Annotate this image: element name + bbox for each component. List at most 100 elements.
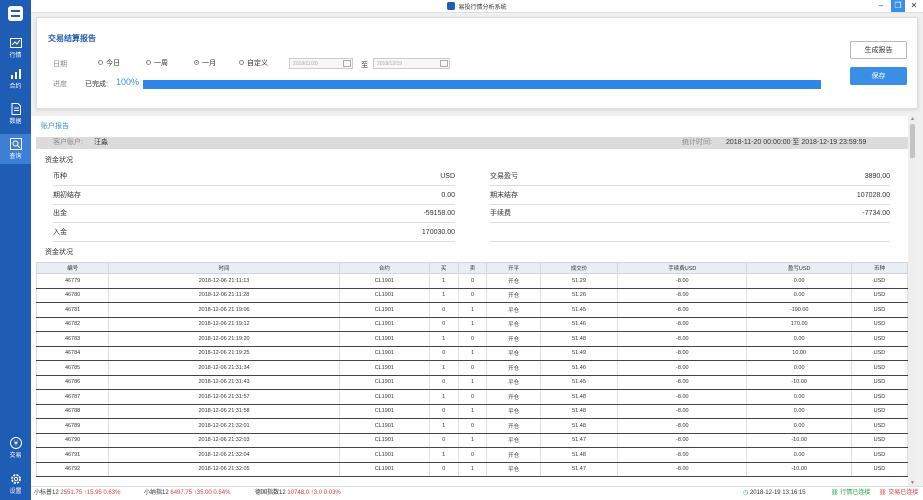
- table-cell: 51.48: [540, 404, 619, 419]
- column-header[interactable]: 成交价: [539, 262, 619, 274]
- table-cell: -8.00: [617, 273, 748, 289]
- table-row[interactable]: 46791 2018-12-06 21:32:04 CL1901 1 0 开仓 51.48-…: [35, 447, 908, 463]
- column-header[interactable]: 合约: [338, 262, 430, 274]
- generate-report-button[interactable]: 生成报告: [850, 41, 907, 59]
- column-header[interactable]: 时间: [108, 262, 340, 274]
- table-cell: 0: [429, 317, 459, 332]
- table-cell: -10.00: [746, 375, 852, 390]
- table-cell: USD: [851, 447, 908, 463]
- table-cell: 1: [429, 331, 459, 347]
- account-report-link[interactable]: 账户报告: [41, 121, 69, 131]
- radio-custom[interactable]: 自定义: [239, 58, 268, 68]
- save-button[interactable]: 保存: [850, 67, 907, 85]
- table-cell: USD: [851, 317, 908, 332]
- table-cell: 170.00: [746, 317, 852, 332]
- scroll-thumb[interactable]: [910, 124, 915, 158]
- fund-stat-label: 出金: [53, 210, 67, 217]
- sidebar-item-query[interactable]: 查询: [0, 134, 31, 164]
- column-header[interactable]: 币种: [850, 262, 908, 274]
- calendar-icon[interactable]: [440, 60, 448, 67]
- table-cell: CL1901: [339, 346, 430, 361]
- table-cell: USD: [851, 433, 908, 448]
- radio-today[interactable]: 今日: [98, 58, 120, 68]
- radio-week[interactable]: 一周: [146, 58, 168, 68]
- table-cell: 46780: [35, 288, 110, 303]
- table-cell: USD: [851, 375, 908, 390]
- sidebar-item-data[interactable]: 数据: [0, 99, 31, 129]
- document-icon: [11, 103, 21, 115]
- fund-stat-label: 币种: [53, 173, 67, 180]
- scroll-up-arrow-icon[interactable]: ▲: [909, 116, 916, 122]
- vertical-scrollbar[interactable]: ▲ ▼: [909, 116, 916, 486]
- ticker-change: 35.00 0.54%: [196, 490, 231, 496]
- sidebar-item-contracts[interactable]: 合约: [0, 64, 31, 94]
- ticker-item[interactable]: 德国指数12 10748.0 ↑3.0 0.03%: [255, 487, 341, 500]
- column-header[interactable]: 开平: [486, 262, 541, 274]
- column-header[interactable]: 买: [428, 262, 459, 274]
- table-row[interactable]: 46790 2018-12-06 21:32:03 CL1901 0 1 平仓 51.47-…: [35, 433, 908, 448]
- table-cell: USD: [851, 331, 908, 347]
- table-cell: 46782: [35, 317, 110, 332]
- table-row[interactable]: 46783 2018-12-06 21:19:20 CL1901 1 0 开仓 51.48-…: [35, 331, 908, 347]
- column-header[interactable]: 盈亏USD: [746, 262, 852, 274]
- table-cell: 1: [458, 346, 488, 361]
- table-cell: -8.00: [617, 302, 748, 318]
- table-cell: CL1901: [339, 360, 430, 376]
- calendar-icon[interactable]: [343, 60, 351, 67]
- table-cell: CL1901: [339, 462, 430, 477]
- radio-month[interactable]: 一月: [194, 58, 216, 68]
- fund-stat-row: 币种 USD: [53, 168, 455, 186]
- table-cell: 2018-12-06 21:31:34: [108, 360, 340, 376]
- radio-label: 一周: [154, 60, 168, 67]
- report-content: 账户报告 客户账户: 汪淼 统计时间: 2018-11-20 00:00:00 …: [31, 116, 908, 486]
- column-header[interactable]: 手续费USD: [617, 262, 748, 274]
- table-cell: 1: [458, 404, 488, 419]
- table-row[interactable]: 46786 2018-12-06 21:31:43 CL1901 0 1 平仓 51.45-…: [35, 375, 908, 390]
- table-cell: -8.00: [617, 418, 748, 434]
- table-cell: 0: [458, 273, 488, 289]
- ticker-item[interactable]: 小纳指12 6497.75 ↑35.00 0.54%: [144, 487, 230, 500]
- table-row[interactable]: 46788 2018-12-06 21:31:58 CL1901 0 1 平仓 51.48-…: [35, 404, 908, 419]
- table-row[interactable]: 46787 2018-12-06 21:31:57 CL1901 1 0 开仓 51.48-…: [35, 389, 908, 405]
- fund-stat-value: -7734.00: [862, 210, 890, 217]
- table-row[interactable]: 46789 2018-12-06 21:32:01 CL1901 1 0 开仓 51.48-…: [35, 418, 908, 434]
- column-header[interactable]: 编号: [35, 262, 110, 274]
- gear-icon: [10, 474, 21, 484]
- table-row[interactable]: 46785 2018-12-06 21:31:34 CL1901 1 0 开仓 51.46-…: [35, 360, 908, 376]
- table-row[interactable]: 46784 2018-12-06 21:19:25 CL1901 0 1 平仓 51.49-…: [35, 346, 908, 361]
- table-cell: USD: [851, 389, 908, 405]
- table-row[interactable]: 46782 2018-12-06 21:19:12 CL1901 0 1 平仓 51.46-…: [35, 317, 908, 332]
- ticker-item[interactable]: 小标普12 2551.75 ↑15.95 0.63%: [34, 487, 120, 500]
- sidebar-item-trade[interactable]: ¥ 交易: [0, 433, 31, 463]
- table-cell: 0: [429, 346, 459, 361]
- progress-bar-fill: [143, 80, 821, 89]
- table-row[interactable]: 46781 2018-12-06 21:19:06 CL1901 0 1 平仓 51.45-…: [35, 302, 908, 318]
- table-cell: 46791: [35, 447, 110, 463]
- table-cell: 0.00: [746, 447, 852, 463]
- table-cell: 1: [458, 433, 488, 448]
- end-date-input[interactable]: 2018/12/19: [373, 58, 450, 69]
- close-button[interactable]: ✕: [907, 0, 921, 12]
- maximize-button[interactable]: ❐: [891, 0, 905, 12]
- table-cell: 46785: [35, 360, 110, 376]
- column-header[interactable]: 卖: [457, 262, 488, 274]
- trade-status-text: 交易已连接: [888, 490, 919, 496]
- table-cell: 平仓: [486, 302, 541, 318]
- title-bar: 易投行情分析系统 – ❐ ✕: [31, 0, 923, 13]
- fund-stat-value: 3890.00: [864, 173, 890, 180]
- table-cell: 2018-12-06 21:32:03: [108, 433, 340, 448]
- table-cell: -8.00: [617, 447, 748, 463]
- table-row[interactable]: 46779 2018-12-06 21:11:13 CL1901 1 0 开仓 51.29-…: [35, 273, 908, 289]
- table-cell: 0: [458, 389, 488, 405]
- fund-stat-label: 期末结存: [490, 191, 518, 199]
- start-date-input[interactable]: 2018/11/20: [289, 58, 353, 69]
- table-cell: 1: [429, 360, 459, 376]
- minimize-button[interactable]: –: [874, 0, 888, 12]
- table-cell: -8.00: [617, 404, 748, 419]
- sidebar-item-settings[interactable]: 设置: [0, 469, 31, 499]
- table-row[interactable]: 46780 2018-12-06 21:11:28 CL1901 1 0 开仓 51.26-…: [35, 288, 908, 303]
- table-row[interactable]: 46792 2018-12-06 21:32:05 CL1901 0 1 平仓 51.47-…: [35, 462, 908, 477]
- table-cell: 1: [429, 273, 459, 289]
- sidebar-item-quotes[interactable]: 行情: [0, 33, 31, 63]
- fund-stat-value: 107028.00: [856, 191, 890, 199]
